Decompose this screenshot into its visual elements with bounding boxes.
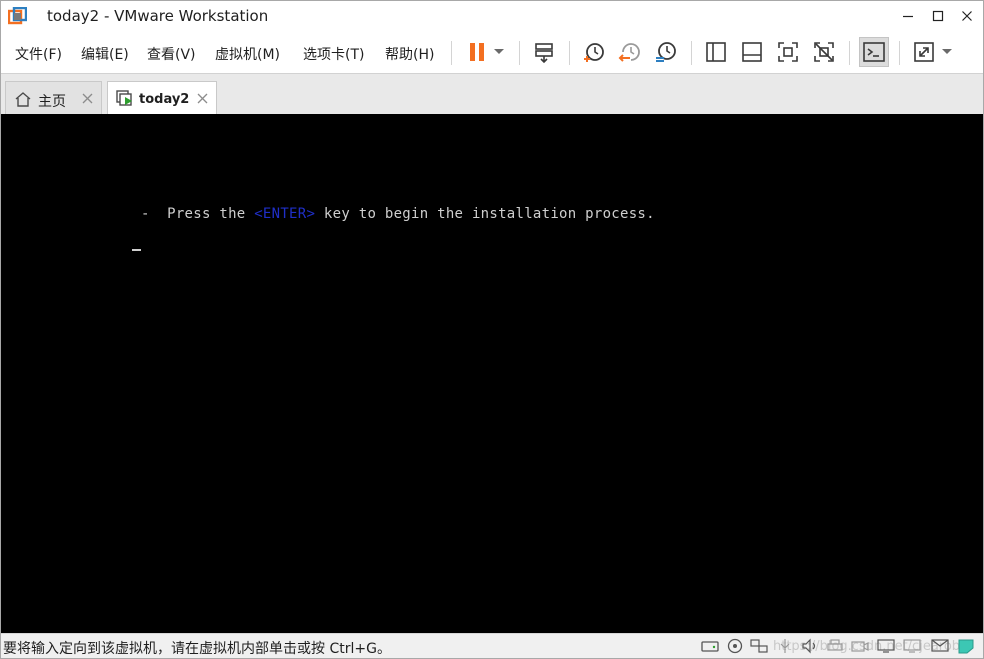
close-tab-icon[interactable]: [82, 93, 93, 104]
show-thumbnail-bar-icon: [742, 42, 762, 62]
status-message: 要将输入定向到该虚拟机，请在虚拟机内部单击或按 Ctrl+G。: [3, 641, 391, 657]
cd-dvd-icon[interactable]: [726, 638, 744, 654]
send-ctrl-alt-del-button[interactable]: [530, 38, 558, 66]
snapshot-revert-button[interactable]: [616, 38, 644, 66]
fullscreen-button[interactable]: [774, 38, 802, 66]
tab-today2[interactable]: today2: [107, 81, 217, 115]
snapshot-revert-icon: [618, 43, 640, 62]
menu-file[interactable]: 文件(F): [15, 44, 62, 64]
menu-view[interactable]: 查看(V): [147, 44, 196, 64]
sound-icon[interactable]: [801, 638, 819, 654]
toolbar-separator: [691, 41, 692, 65]
console-view-icon: [863, 42, 885, 62]
home-icon: [15, 92, 31, 107]
stretch-dropdown-button[interactable]: [936, 38, 958, 66]
printer-icon[interactable]: [826, 638, 844, 654]
monitor-icon[interactable]: [903, 638, 921, 654]
camera-icon[interactable]: [851, 638, 869, 654]
close-icon: [962, 11, 972, 21]
vmware-window: today2 - VMware Workstation 文件(F) 编辑(E) …: [0, 0, 984, 659]
maximize-button[interactable]: [924, 3, 952, 29]
tab-today2-label: today2: [139, 92, 190, 107]
show-library-icon: [706, 42, 726, 62]
console-line-prefix: - Press the: [141, 206, 255, 222]
vm-console[interactable]: - Press the <ENTER> key to begin the ins…: [1, 114, 983, 633]
console-enter-key: <ENTER>: [254, 206, 316, 222]
minimize-icon: [903, 15, 913, 18]
vm-running-icon: [116, 90, 132, 106]
toolbar-separator: [451, 41, 452, 65]
menu-edit[interactable]: 编辑(E): [81, 44, 129, 64]
unity-button[interactable]: [810, 38, 838, 66]
toolbar-separator: [569, 41, 570, 65]
menu-toolbar-bar: 文件(F) 编辑(E) 查看(V) 虚拟机(M) 选项卡(T) 帮助(H): [1, 32, 983, 73]
dropdown-arrow-icon: [494, 49, 504, 54]
menu-vm[interactable]: 虚拟机(M): [215, 44, 280, 64]
network-icon[interactable]: [750, 638, 768, 654]
toolbar-separator: [519, 41, 520, 65]
status-bar: 要将输入定向到该虚拟机，请在虚拟机内部单击或按 Ctrl+G。 https://…: [1, 633, 983, 658]
tab-home[interactable]: 主页: [5, 81, 102, 115]
close-tab-icon[interactable]: [197, 93, 208, 104]
show-thumbnail-bar-button[interactable]: [738, 38, 766, 66]
vmware-logo-icon: [7, 6, 28, 26]
snapshot-manager-button[interactable]: [652, 38, 680, 66]
pause-icon: [470, 43, 484, 61]
window-title: today2 - VMware Workstation: [47, 7, 269, 25]
tab-strip: 主页 today2: [1, 73, 983, 115]
fullscreen-icon: [778, 42, 798, 62]
console-text-line: - Press the <ENTER> key to begin the ins…: [141, 206, 655, 222]
menu-help[interactable]: 帮助(H): [385, 44, 434, 64]
hard-disk-icon[interactable]: [701, 638, 719, 654]
usb-icon[interactable]: [776, 638, 794, 654]
toolbar-separator: [849, 41, 850, 65]
console-cursor: [132, 249, 141, 251]
title-bar: today2 - VMware Workstation: [1, 1, 983, 32]
dropdown-arrow-icon: [942, 49, 952, 54]
stretch-icon: [914, 42, 934, 62]
notes-icon[interactable]: [957, 638, 975, 654]
snapshot-take-button[interactable]: [580, 38, 608, 66]
snapshot-take-icon: [584, 43, 604, 62]
maximize-icon: [932, 10, 944, 22]
show-library-button[interactable]: [702, 38, 730, 66]
message-icon[interactable]: [931, 638, 949, 654]
minimize-button[interactable]: [894, 3, 922, 29]
tab-home-label: 主页: [38, 94, 66, 110]
toolbar-separator: [899, 41, 900, 65]
console-view-button[interactable]: [859, 37, 889, 67]
menu-tabs[interactable]: 选项卡(T): [303, 44, 364, 64]
pause-button[interactable]: [463, 38, 491, 66]
console-line-suffix: key to begin the installation process.: [315, 206, 655, 222]
send-ctrl-alt-del-icon: [535, 43, 553, 64]
unity-icon: [814, 42, 834, 62]
snapshot-manager-icon: [656, 42, 676, 62]
power-dropdown-button[interactable]: [488, 38, 510, 66]
close-button[interactable]: [953, 3, 981, 29]
display-icon[interactable]: [877, 638, 895, 654]
stretch-button[interactable]: [910, 38, 938, 66]
